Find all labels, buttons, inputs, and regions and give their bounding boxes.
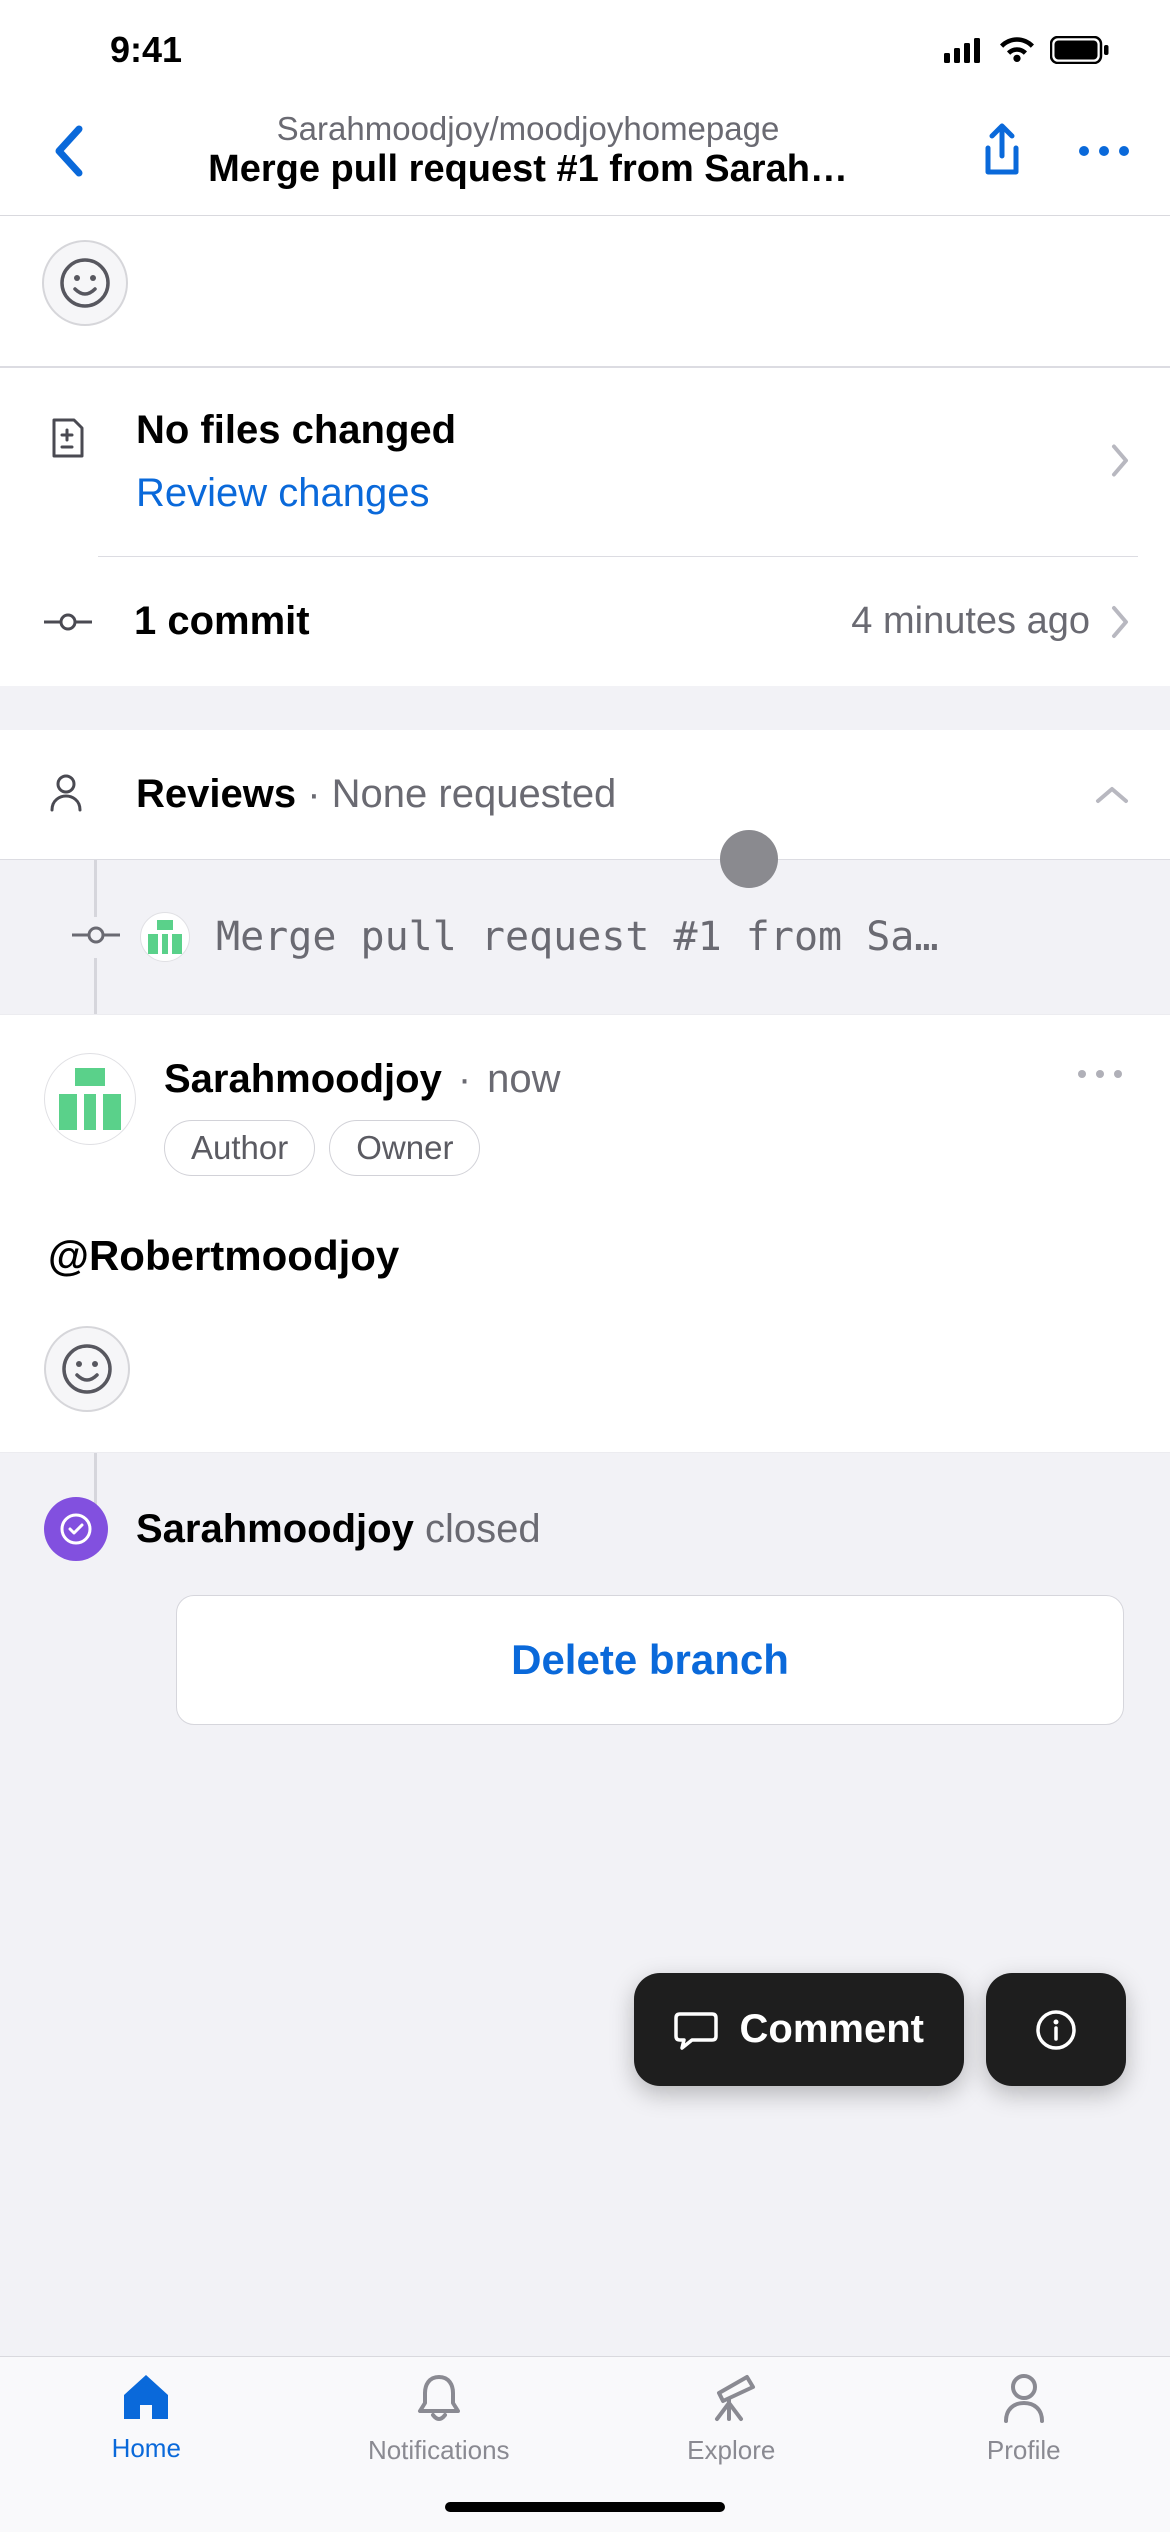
person-icon [48,772,84,812]
tab-home-label: Home [112,2433,181,2464]
status-indicators [944,36,1110,64]
tab-home[interactable]: Home [0,2371,293,2532]
chevron-right-icon [1110,442,1130,483]
review-changes-link[interactable]: Review changes [136,471,430,516]
info-fab[interactable] [986,1973,1126,2086]
comment-author-name[interactable]: Sarahmoodjoy [164,1057,442,1102]
comment-more-button[interactable] [1076,1067,1124,1085]
bell-icon [414,2371,464,2425]
comment-icon [674,2010,718,2050]
merge-commit-message: Merge pull request #1 from Sa… [190,914,1134,960]
info-icon [1034,2008,1078,2052]
closed-event-action: closed [425,1507,541,1551]
commit-icon [42,612,94,632]
delete-branch-button[interactable]: Delete branch [176,1595,1124,1725]
comment-author-avatar[interactable] [44,1053,136,1145]
commits-row[interactable]: 1 commit 4 minutes ago [0,557,1170,686]
comment-fab-label: Comment [740,2007,924,2052]
reviews-row[interactable]: Reviews · None requested [0,730,1170,859]
chevron-up-icon [1094,785,1130,805]
add-reaction-button[interactable] [44,1326,130,1412]
closed-event: Sarahmoodjoy closed [44,1497,1124,1561]
comment-body: @Robertmoodjoy [44,1176,1130,1316]
closed-badge-icon [44,1497,108,1561]
tab-profile-label: Profile [987,2435,1061,2466]
reaction-bar-top [0,216,1170,368]
more-horizontal-icon [1076,144,1132,158]
owner-badge: Owner [329,1120,480,1176]
comment-time: now [487,1057,560,1102]
chevron-left-icon [51,125,85,177]
share-icon [978,122,1026,180]
files-changed-row[interactable]: No files changed Review changes [0,368,1170,557]
nav-header: Sarahmoodjoy/moodjoyhomepage Merge pull … [0,100,1170,216]
back-button[interactable] [38,125,98,177]
commit-node-icon [70,925,122,945]
more-button[interactable] [1076,144,1132,158]
tab-profile[interactable]: Profile [878,2371,1170,2532]
commit-author-avatar [140,912,190,962]
reviews-label: Reviews · None requested [98,772,616,817]
page-title: Merge pull request #1 from Sarah… [208,148,848,191]
comment-fab[interactable]: Comment [634,1973,964,2086]
battery-icon [1050,36,1110,64]
comment: Sarahmoodjoy · now Author Owner @Robertm… [0,1015,1170,1452]
author-badge: Author [164,1120,315,1176]
wifi-icon [998,36,1036,64]
profile-icon [1000,2371,1048,2425]
home-icon [118,2371,174,2423]
files-changed-label: No files changed [136,408,1138,453]
file-diff-icon [48,416,86,460]
commits-time: 4 minutes ago [851,600,1090,643]
tab-notifications-label: Notifications [368,2435,510,2466]
cellular-icon [944,37,984,63]
merge-commit-event[interactable]: Merge pull request #1 from Sa… [0,860,1170,1014]
smiley-icon [59,257,111,309]
home-indicator [445,2502,725,2512]
separator-dot: · [458,1057,471,1102]
tab-explore-label: Explore [687,2435,775,2466]
touch-indicator [720,830,778,888]
telescope-icon [703,2371,759,2425]
commits-label: 1 commit [98,599,851,644]
chevron-right-icon [1110,604,1130,640]
add-reaction-button[interactable] [42,240,128,326]
repo-path: Sarahmoodjoy/moodjoyhomepage [277,110,780,148]
more-horizontal-icon [1076,1068,1124,1080]
share-button[interactable] [978,122,1026,180]
status-bar: 9:41 [0,0,1170,100]
status-time: 9:41 [110,29,182,71]
smiley-icon [61,1343,113,1395]
closed-event-user[interactable]: Sarahmoodjoy [136,1507,414,1551]
